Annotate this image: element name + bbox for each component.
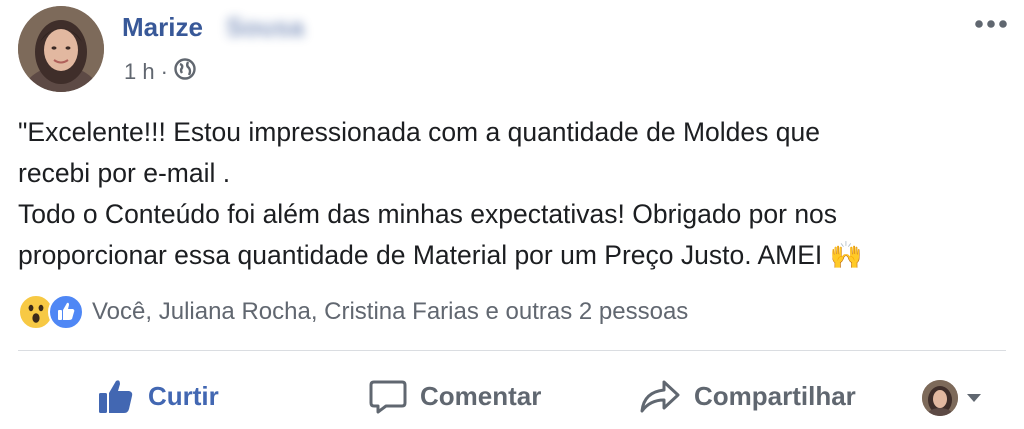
post-text-line: "Excelente!!! Estou impressionada com a …	[18, 117, 820, 147]
like-button[interactable]: Curtir	[96, 372, 219, 420]
chevron-down-icon	[967, 394, 981, 402]
meta-separator: ·	[160, 59, 168, 84]
author-surname-blurred[interactable]: Sousa	[226, 12, 304, 43]
more-options-button[interactable]	[970, 6, 1012, 42]
post-text-line: recebi por e-mail .	[18, 158, 231, 188]
comment-icon	[369, 380, 407, 414]
globe-icon[interactable]	[174, 58, 196, 86]
facebook-post: Marize Sousa 1 h · "Excelente!!! Estou i…	[0, 0, 1024, 429]
post-body: "Excelente!!! Estou impressionada com a …	[18, 112, 1014, 276]
reaction-summary[interactable]: Você, Juliana Rocha, Cristina Farias e o…	[92, 298, 688, 326]
more-options-icon	[975, 20, 1007, 28]
thumbs-up-icon	[99, 380, 133, 413]
react-as-selector[interactable]	[922, 378, 982, 418]
current-user-avatar	[922, 380, 958, 416]
comment-label: Comentar	[420, 380, 542, 411]
comment-button[interactable]: Comentar	[368, 372, 541, 420]
like-label: Curtir	[148, 380, 219, 411]
post-text-line: Todo o Conteúdo foi além das minhas expe…	[18, 199, 838, 229]
author-name[interactable]: Marize	[122, 12, 203, 43]
author-avatar[interactable]	[18, 6, 104, 92]
reactions-bar[interactable]: Você, Juliana Rocha, Cristina Farias e o…	[18, 292, 688, 332]
post-text-line-content: proporcionar essa quantidade de Material…	[18, 240, 823, 270]
action-bar: Curtir Comentar Compartilhar	[0, 364, 1024, 426]
divider	[18, 350, 1006, 351]
share-arrow-icon	[640, 380, 680, 413]
post-timestamp[interactable]: 1 h	[124, 59, 155, 85]
post-meta: 1 h ·	[124, 57, 196, 87]
like-reaction-icon	[48, 294, 84, 330]
post-text-line: proporcionar essa quantidade de Material…	[18, 235, 1014, 276]
raising-hands-emoji: 🙌	[829, 240, 863, 270]
share-button[interactable]: Compartilhar	[638, 372, 856, 420]
share-label: Compartilhar	[694, 380, 856, 411]
